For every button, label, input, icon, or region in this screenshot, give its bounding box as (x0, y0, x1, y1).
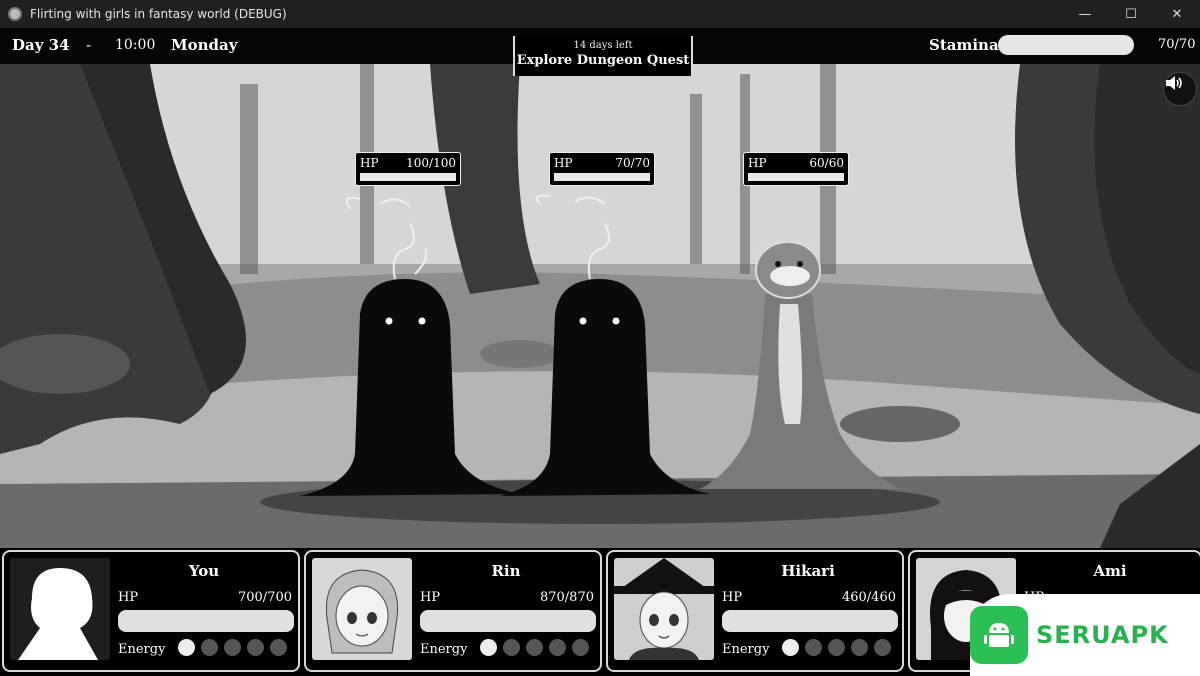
watermark-text: SERUAPK (1036, 621, 1169, 649)
energy-pip (480, 639, 497, 656)
party-card-you[interactable]: You HP 700/700 Energy (2, 550, 300, 672)
member-name: Ami (1093, 562, 1127, 580)
hikari-portrait (614, 558, 714, 660)
quest-panel: 14 days left Explore Dungeon Quest (513, 36, 693, 76)
minimize-button[interactable]: — (1062, 0, 1108, 28)
energy-pip (828, 639, 845, 656)
member-hp-label: HP (420, 590, 441, 605)
energy-pip (503, 639, 520, 656)
enemy-hp-label: HP (554, 156, 573, 170)
member-energy-label: Energy (722, 642, 770, 657)
android-icon (970, 606, 1028, 664)
day-counter: Day 34 (12, 36, 70, 54)
avatar (312, 558, 412, 660)
silhouette-icon (10, 558, 110, 660)
speaker-icon (1166, 76, 1182, 90)
stamina-label: Stamina (929, 36, 999, 54)
enemy-hp-label: HP (360, 156, 379, 170)
avatar (614, 558, 714, 660)
time-display: 10:00 (115, 37, 156, 53)
enemy-hp-bar (748, 173, 844, 181)
energy-pip (572, 639, 589, 656)
sound-toggle-button[interactable] (1163, 72, 1197, 106)
party-card-hikari[interactable]: Hikari HP 460/460 Energy (606, 550, 904, 672)
window-controls: — ☐ ✕ (1062, 0, 1200, 28)
energy-pip (270, 639, 287, 656)
energy-pips (480, 639, 589, 656)
enemy-hp-panel-3: HP 60/60 (743, 152, 849, 186)
forest-background (0, 64, 1200, 548)
energy-pip (874, 639, 891, 656)
member-hp-bar (722, 610, 898, 632)
energy-pip (247, 639, 264, 656)
energy-pip (526, 639, 543, 656)
member-energy-label: Energy (118, 642, 166, 657)
energy-pip (224, 639, 241, 656)
enemy-hp-value: 70/70 (615, 156, 650, 170)
stamina-bar (998, 35, 1134, 55)
energy-pip (805, 639, 822, 656)
window-title: Flirting with girls in fantasy world (DE… (30, 7, 287, 21)
energy-pips (782, 639, 891, 656)
battle-scene: HP 100/100 HP 70/70 HP 60/60 (0, 64, 1200, 548)
member-energy-label: Energy (420, 642, 468, 657)
enemy-hp-panel-1: HP 100/100 (355, 152, 461, 186)
member-hp-bar (118, 610, 294, 632)
energy-pip (201, 639, 218, 656)
energy-pip (178, 639, 195, 656)
member-name: You (188, 562, 220, 580)
energy-pips (178, 639, 287, 656)
member-hp-value: 700/700 (237, 590, 292, 605)
weekday-display: Monday (171, 36, 238, 54)
enemy-hp-bar (360, 173, 456, 181)
maximize-button[interactable]: ☐ (1108, 0, 1154, 28)
member-hp-label: HP (118, 590, 139, 605)
energy-pip (782, 639, 799, 656)
enemy-hp-value: 100/100 (406, 156, 456, 170)
member-name: Rin (491, 562, 521, 580)
window-titlebar: Flirting with girls in fantasy world (DE… (0, 0, 1200, 28)
hud-separator: - (86, 36, 92, 54)
close-button[interactable]: ✕ (1154, 0, 1200, 28)
avatar (10, 558, 110, 660)
rin-portrait (312, 558, 412, 660)
energy-pip (851, 639, 868, 656)
app-icon (8, 7, 22, 21)
enemy-hp-label: HP (748, 156, 767, 170)
watermark-badge: SERUAPK (970, 594, 1200, 676)
member-hp-value: 460/460 (841, 590, 896, 605)
member-hp-label: HP (722, 590, 743, 605)
energy-pip (549, 639, 566, 656)
party-card-rin[interactable]: Rin HP 870/870 Energy (304, 550, 602, 672)
stamina-value: 70/70 (1158, 37, 1196, 52)
enemy-hp-bar (554, 173, 650, 181)
member-name: Hikari (781, 562, 835, 580)
member-hp-bar (420, 610, 596, 632)
member-hp-value: 870/870 (539, 590, 594, 605)
enemy-hp-panel-2: HP 70/70 (549, 152, 655, 186)
enemy-hp-value: 60/60 (809, 156, 844, 170)
quest-days-left: 14 days left (573, 40, 633, 51)
quest-name: Explore Dungeon Quest (516, 53, 690, 68)
